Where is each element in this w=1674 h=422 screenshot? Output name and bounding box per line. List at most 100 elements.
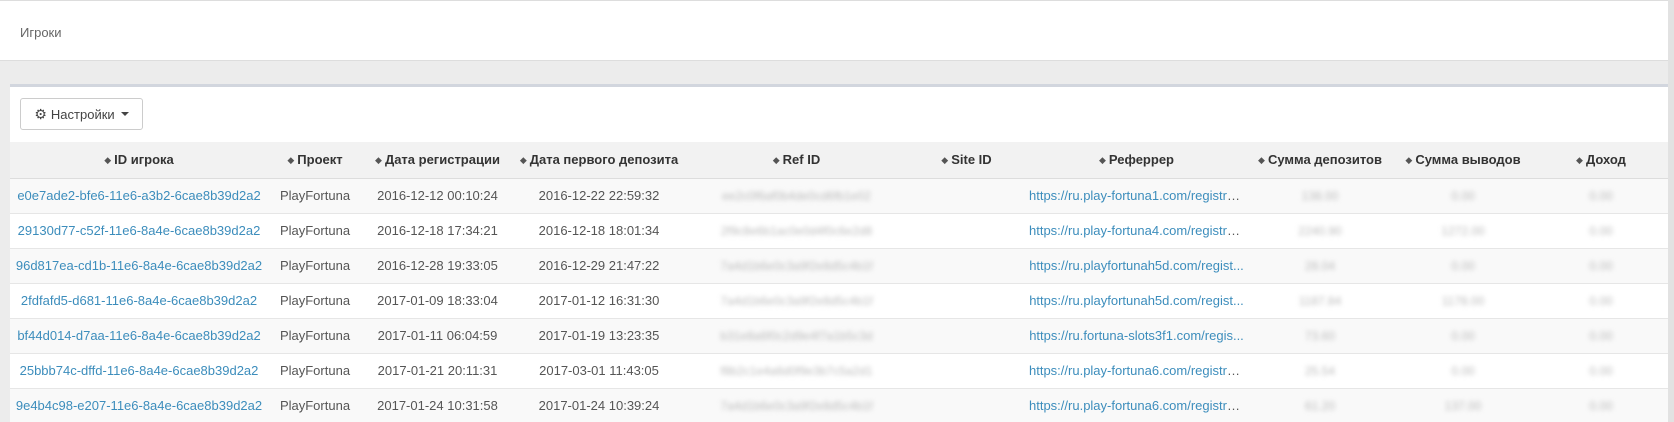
player-id-link[interactable]: 96d817ea-cd1b-11e6-8a4e-6cae8b39d2a2 xyxy=(16,258,262,273)
cell-value: PlayFortuna xyxy=(279,363,351,378)
player-id-link[interactable]: 25bbb74c-dffd-11e6-8a4e-6cae8b39d2a2 xyxy=(20,363,259,378)
cell-referrer: https://ru.play-fortuna4.com/registra... xyxy=(1025,213,1248,249)
column-header-label: Ref ID xyxy=(782,152,821,168)
cell-ref-id: ee2c0f6af0b4de0cd6fb1e02 xyxy=(685,178,908,214)
cell-project: PlayFortuna xyxy=(268,353,362,389)
cell-deposits-sum: 73.60 xyxy=(1248,318,1392,354)
referrer-link[interactable]: https://ru.fortuna-slots3f1.com/regis... xyxy=(1029,328,1244,343)
cell-deposits-sum: 25.54 xyxy=(1248,353,1392,389)
column-header-income[interactable]: ◆ Доход xyxy=(1534,142,1668,179)
cell-value: 2016-12-28 19:33:05 xyxy=(377,258,498,273)
cell-referrer: https://ru.fortuna-slots3f1.com/regis... xyxy=(1025,318,1248,354)
column-header-project[interactable]: ◆ Проект xyxy=(268,142,362,179)
cell-value: 0.00 xyxy=(1589,294,1613,308)
referrer-link[interactable]: https://ru.play-fortuna1.com/registra... xyxy=(1029,188,1245,203)
cell-ref-id: 7a4d1b6e0c3a9f2e8d5c4b1f xyxy=(685,283,908,319)
table-row[interactable]: e0e7ade2-bfe6-11e6-a3b2-6cae8b39d2a2 Play… xyxy=(10,178,1668,214)
sort-icon: ◆ xyxy=(287,155,295,166)
cell-player-id: 9e4b4c98-e207-11e6-8a4e-6cae8b39d2a2 xyxy=(10,388,268,422)
cell-withdrawals-sum: 1272.00 xyxy=(1392,213,1534,249)
column-header-withdrawals-sum[interactable]: ◆ Сумма выводов xyxy=(1392,142,1534,179)
cell-withdrawals-sum: 0.00 xyxy=(1392,318,1534,354)
cell-first-deposit-date: 2017-01-19 13:23:35 xyxy=(513,318,685,354)
table-row[interactable]: 9e4b4c98-e207-11e6-8a4e-6cae8b39d2a2 Play… xyxy=(10,388,1668,422)
cell-value: 2016-12-18 17:34:21 xyxy=(377,223,498,238)
cell-player-id: 2fdfafd5-d681-11e6-8a4e-6cae8b39d2a2 xyxy=(10,283,268,319)
settings-button[interactable]: ⚙ Настройки xyxy=(20,98,143,130)
cell-value: 0.00 xyxy=(1451,189,1475,203)
column-header-first-deposit-date[interactable]: ◆ Дата первого депозита xyxy=(513,142,685,179)
column-header-player-id[interactable]: ◆ ID игрока xyxy=(10,142,268,179)
cell-deposits-sum: 2240.90 xyxy=(1248,213,1392,249)
table-row[interactable]: 2fdfafd5-d681-11e6-8a4e-6cae8b39d2a2 Play… xyxy=(10,283,1668,319)
table-row[interactable]: 29130d77-c52f-11e6-8a4e-6cae8b39d2a2 Play… xyxy=(10,213,1668,249)
column-header-label: Сумма депозитов xyxy=(1267,152,1382,168)
scrollbar[interactable] xyxy=(1668,0,1674,422)
table-row[interactable]: 25bbb74c-dffd-11e6-8a4e-6cae8b39d2a2 Play… xyxy=(10,353,1668,389)
cell-value: 1272.00 xyxy=(1441,224,1485,238)
table-body: e0e7ade2-bfe6-11e6-a3b2-6cae8b39d2a2 Play… xyxy=(10,178,1668,422)
gear-icon: ⚙ xyxy=(34,105,47,122)
referrer-link[interactable]: https://ru.play-fortuna6.com/registra... xyxy=(1029,363,1245,378)
cell-first-deposit-date: 2017-03-01 11:43:05 xyxy=(513,353,685,389)
cell-ref-id: f8b2c1e4a6d0f9e3b7c5a2d1 xyxy=(685,353,908,389)
cell-value: 28.04 xyxy=(1304,259,1336,273)
player-id-link[interactable]: 2fdfafd5-d681-11e6-8a4e-6cae8b39d2a2 xyxy=(21,293,257,308)
cell-value: 2017-01-21 20:11:31 xyxy=(377,363,498,378)
player-id-link[interactable]: e0e7ade2-bfe6-11e6-a3b2-6cae8b39d2a2 xyxy=(17,188,260,203)
column-header-deposits-sum[interactable]: ◆ Сумма депозитов xyxy=(1248,142,1392,179)
column-header-referrer[interactable]: ◆ Реферрер xyxy=(1025,142,1248,179)
cell-value: 2017-01-12 16:31:30 xyxy=(538,293,660,308)
player-id-link[interactable]: 9e4b4c98-e207-11e6-8a4e-6cae8b39d2a2 xyxy=(16,398,262,413)
cell-referrer: https://ru.playfortunah5d.com/regist... xyxy=(1025,248,1248,284)
cell-referrer: https://ru.play-fortuna6.com/registra... xyxy=(1025,388,1248,422)
cell-ref-id: 7a4d1b6e0c3a9f2e8d5c4b1f xyxy=(685,248,908,284)
cell-first-deposit-date: 2016-12-22 22:59:32 xyxy=(513,178,685,214)
cell-value: 2017-01-09 18:33:04 xyxy=(377,293,498,308)
cell-income: 0.00 xyxy=(1534,213,1668,249)
column-header-label: Сумма выводов xyxy=(1415,152,1521,168)
cell-site-id xyxy=(908,318,1025,354)
referrer-link[interactable]: https://ru.play-fortuna4.com/registra... xyxy=(1029,223,1245,238)
cell-value: PlayFortuna xyxy=(279,328,351,343)
cell-deposits-sum: 138.00 xyxy=(1248,178,1392,214)
referrer-link[interactable]: https://ru.play-fortuna6.com/registra... xyxy=(1029,398,1245,413)
cell-value: 2016-12-29 21:47:22 xyxy=(538,258,660,273)
player-id-link[interactable]: bf44d014-d7aa-11e6-8a4e-6cae8b39d2a2 xyxy=(17,328,260,343)
cell-value: ee2c0f6af0b4de0cd6fb1e02 xyxy=(722,189,871,203)
cell-registration-date: 2016-12-18 17:34:21 xyxy=(362,213,513,249)
referrer-link[interactable]: https://ru.playfortunah5d.com/regist... xyxy=(1029,293,1244,308)
cell-value: 7a4d1b6e0c3a9f2e8d5c4b1f xyxy=(720,294,873,308)
cell-value: PlayFortuna xyxy=(279,223,351,238)
cell-value: 1178.00 xyxy=(1441,294,1485,308)
sort-icon: ◆ xyxy=(375,155,382,166)
sort-icon: ◆ xyxy=(519,155,527,166)
cell-referrer: https://ru.play-fortuna6.com/registra... xyxy=(1025,353,1248,389)
column-header-label: Реферрер xyxy=(1108,152,1174,168)
cell-site-id xyxy=(908,213,1025,249)
page-title: Игроки xyxy=(20,25,62,40)
cell-value: 0.00 xyxy=(1589,224,1613,238)
cell-value: PlayFortuna xyxy=(279,188,351,203)
cell-withdrawals-sum: 0.00 xyxy=(1392,248,1534,284)
cell-value: 0.00 xyxy=(1589,189,1613,203)
cell-value: 2016-12-22 22:59:32 xyxy=(538,188,660,203)
cell-value: 2017-01-24 10:31:58 xyxy=(377,398,498,413)
cell-referrer: https://ru.play-fortuna1.com/registra... xyxy=(1025,178,1248,214)
referrer-link[interactable]: https://ru.playfortunah5d.com/regist... xyxy=(1029,258,1244,273)
table-row[interactable]: bf44d014-d7aa-11e6-8a4e-6cae8b39d2a2 Play… xyxy=(10,318,1668,354)
cell-value: 0.00 xyxy=(1451,329,1475,343)
cell-registration-date: 2017-01-09 18:33:04 xyxy=(362,283,513,319)
column-header-ref-id[interactable]: ◆ Ref ID xyxy=(685,142,908,179)
player-id-link[interactable]: 29130d77-c52f-11e6-8a4e-6cae8b39d2a2 xyxy=(18,223,261,238)
cell-value: 2017-01-24 10:39:24 xyxy=(538,398,660,413)
cell-project: PlayFortuna xyxy=(268,283,362,319)
column-header-registration-date[interactable]: ◆ Дата регистрации xyxy=(362,142,513,179)
cell-value: 25.54 xyxy=(1304,364,1336,378)
table-row[interactable]: 96d817ea-cd1b-11e6-8a4e-6cae8b39d2a2 Play… xyxy=(10,248,1668,284)
column-header-site-id[interactable]: ◆ Site ID xyxy=(908,142,1025,179)
cell-first-deposit-date: 2016-12-29 21:47:22 xyxy=(513,248,685,284)
cell-site-id xyxy=(908,388,1025,422)
cell-value: 138.00 xyxy=(1301,189,1339,203)
cell-value: PlayFortuna xyxy=(279,398,351,413)
